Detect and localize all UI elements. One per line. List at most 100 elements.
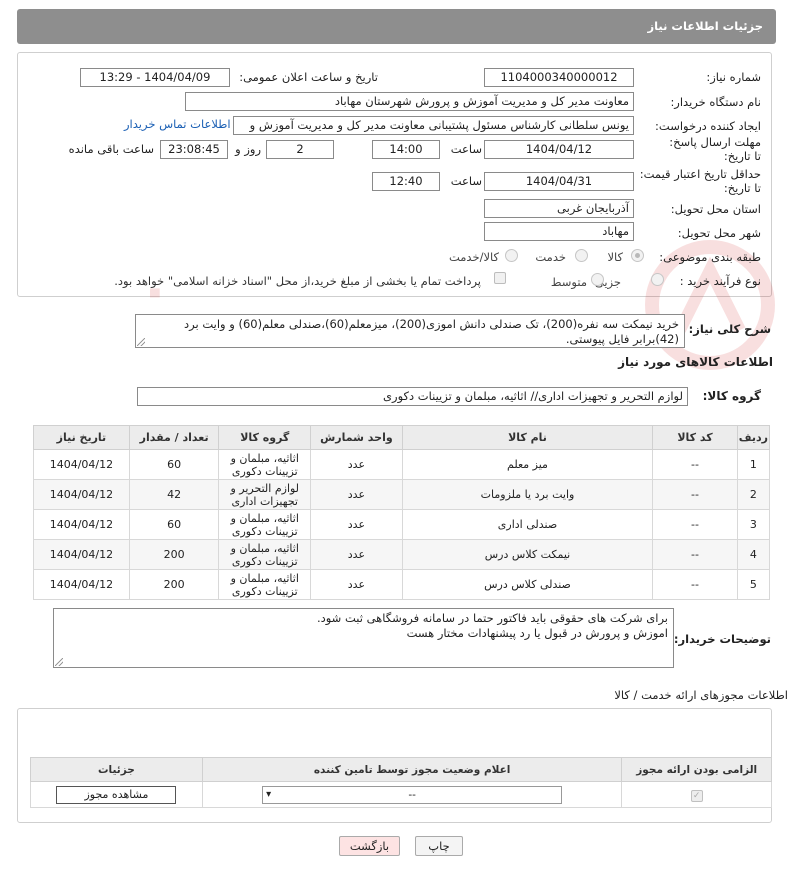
- cell-name: نیمکت کلاس درس: [401, 539, 654, 570]
- need-number-field: 1104000340000012: [484, 68, 634, 87]
- process-radio-minor[interactable]: [651, 273, 664, 286]
- cell-date: 1404/04/12: [33, 449, 130, 480]
- cell-group: لوازم التحریر و تجهیزات اداری: [218, 479, 312, 510]
- description-field: خرید نیمکت سه نفره(200)، تک صندلی دانش ا…: [135, 314, 685, 348]
- buyer-notes-line-1: برای شرکت های حقوقی باید فاکتور حتما در …: [316, 611, 668, 625]
- cell-unit: عدد: [310, 449, 403, 480]
- cell-row: 5: [736, 569, 771, 600]
- page-title: جزئیات اطلاعات نیاز: [647, 19, 763, 33]
- col-date: تاریخ نیاز: [33, 425, 130, 450]
- cell-code: --: [652, 539, 738, 570]
- creator-field: یونس سلطانی کارشناس مسئول پشتیبانی معاون…: [233, 116, 634, 135]
- table-row: 4 -- نیمکت کلاس درس عدد اثاثیه، مبلمان و…: [33, 539, 771, 570]
- price-validity-label: حداقل تاریخ اعتبار قیمت: تا تاریخ:: [639, 167, 761, 195]
- cell-qty: 200: [128, 539, 220, 570]
- goods-group-label: گروه کالا:: [702, 389, 761, 403]
- cell-unit: عدد: [310, 569, 403, 600]
- view-license-button[interactable]: مشاهده مجوز: [56, 785, 177, 804]
- announce-label: تاریخ و ساعت اعلان عمومی:: [239, 70, 378, 84]
- days-field: 2: [266, 140, 334, 159]
- cell-date: 1404/04/12: [33, 539, 130, 570]
- chevron-down-icon: ▾: [266, 788, 272, 800]
- province-label: استان محل تحویل:: [670, 202, 761, 216]
- cell-qty: 200: [128, 569, 220, 600]
- col-qty: تعداد / مقدار: [128, 425, 220, 450]
- col-name: نام کالا: [401, 425, 654, 450]
- deadline-time-label: ساعت: [450, 142, 482, 156]
- cell-date: 1404/04/12: [33, 509, 130, 540]
- cell-name: صندلی اداری: [401, 509, 654, 540]
- cell-code: --: [652, 449, 738, 480]
- cell-unit: عدد: [310, 479, 403, 510]
- cell-group: اثاثیه، مبلمان و تزیینات دکوری: [218, 569, 312, 600]
- table-row: 1 -- میز معلم عدد اثاثیه، مبلمان و تزیین…: [33, 449, 771, 480]
- print-button[interactable]: چاپ: [415, 836, 463, 856]
- license-status-select[interactable]: -- ▾: [262, 785, 563, 804]
- buyer-notes-field: برای شرکت های حقوقی باید فاکتور حتما در …: [53, 608, 674, 668]
- cell-row: 3: [736, 509, 771, 540]
- price-validity-date-field: 1404/04/31: [484, 172, 634, 191]
- cell-group: اثاثیه، مبلمان و تزیینات دکوری: [218, 509, 312, 540]
- cell-qty: 60: [128, 449, 220, 480]
- cell-row: 4: [736, 539, 771, 570]
- goods-section-title: اطلاعات کالاهای مورد نیاز: [618, 355, 773, 369]
- buyer-notes-line-2: اموزش و پرورش در قبول یا رد پیشنهادات مخ…: [406, 626, 668, 640]
- table-row: 3 -- صندلی اداری عدد اثاثیه، مبلمان و تز…: [33, 509, 771, 540]
- treasury-payment-checkbox[interactable]: [494, 272, 506, 284]
- items-table-header: ردیف کد کالا نام کالا واحد شمارش گروه کا…: [33, 425, 771, 450]
- cell-name: میز معلم: [401, 449, 654, 480]
- deadline-time-field: 14:00: [372, 140, 440, 159]
- buyer-org-field: معاونت مدیر کل و مدیریت آموزش و پرورش شه…: [185, 92, 634, 111]
- category-option-goods: کالا: [607, 250, 623, 264]
- announce-field: 1404/04/09 - 13:29: [80, 68, 230, 87]
- table-row: 5 -- صندلی کلاس درس عدد اثاثیه، مبلمان و…: [33, 569, 771, 600]
- days-label: روز و: [235, 142, 261, 156]
- back-button[interactable]: بازگشت: [339, 836, 400, 856]
- cell-date: 1404/04/12: [33, 569, 130, 600]
- buyer-contact-link[interactable]: اطلاعات تماس خریدار: [124, 117, 231, 131]
- license-required-checkbox[interactable]: ✓: [690, 789, 703, 802]
- cell-row: 1: [736, 449, 771, 480]
- goods-group-field: لوازم التحریر و تجهیزات اداری// اثاثیه، …: [137, 387, 688, 406]
- col-license-details: جزئیات: [30, 757, 203, 782]
- cell-group: اثاثیه، مبلمان و تزیینات دکوری: [218, 539, 312, 570]
- city-field: مهاباد: [484, 222, 634, 241]
- items-table: ردیف کد کالا نام کالا واحد شمارش گروه کا…: [33, 425, 771, 600]
- cell-group: اثاثیه، مبلمان و تزیینات دکوری: [218, 449, 312, 480]
- price-validity-time-field: 12:40: [372, 172, 440, 191]
- col-unit: واحد شمارش: [310, 425, 403, 450]
- category-radio-goods[interactable]: [631, 249, 644, 262]
- category-radio-goods-service[interactable]: [505, 249, 518, 262]
- resize-handle[interactable]: [137, 338, 145, 346]
- cell-code: --: [652, 569, 738, 600]
- cell-unit: عدد: [310, 509, 403, 540]
- deadline-date-field: 1404/04/12: [484, 140, 634, 159]
- process-radio-medium[interactable]: [591, 273, 604, 286]
- resize-handle[interactable]: [55, 658, 63, 666]
- cell-name: صندلی کلاس درس: [401, 569, 654, 600]
- category-option-service: خدمت: [535, 250, 566, 264]
- col-group: گروه کالا: [218, 425, 312, 450]
- remaining-time-label: ساعت باقی مانده: [68, 142, 154, 156]
- cell-date: 1404/04/12: [33, 479, 130, 510]
- deadline-label: مهلت ارسال پاسخ: تا تاریخ:: [669, 135, 761, 163]
- cell-code: --: [652, 509, 738, 540]
- creator-label: ایجاد کننده درخواست:: [655, 119, 761, 133]
- licenses-table-header: الزامی بودن ارائه مجوز اعلام وضعیت مجوز …: [30, 757, 772, 782]
- col-license-status: اعلام وضعیت مجوز توسط تامین کننده: [201, 757, 623, 782]
- need-number-label: شماره نیاز:: [706, 70, 761, 84]
- remaining-time-field: 23:08:45: [160, 140, 228, 159]
- category-radio-service[interactable]: [575, 249, 588, 262]
- col-code: کد کالا: [652, 425, 738, 450]
- process-option-medium: متوسط: [550, 275, 587, 289]
- category-option-goods-service: کالا/خدمت: [448, 250, 499, 264]
- cell-name: وایت برد یا ملزومات: [401, 479, 654, 510]
- table-row: ✓ -- ▾ مشاهده مجوز: [30, 781, 772, 808]
- description-text: خرید نیمکت سه نفره(200)، تک صندلی دانش ا…: [184, 317, 679, 346]
- col-row: ردیف: [736, 425, 771, 450]
- license-details-cell: مشاهده مجوز: [30, 781, 203, 808]
- description-label: شرح کلی نیاز:: [688, 322, 771, 336]
- city-label: شهر محل تحویل:: [677, 226, 761, 240]
- category-label: طبقه بندی موضوعی:: [659, 250, 761, 264]
- licenses-title: اطلاعات مجوزهای ارائه خدمت / کالا: [614, 688, 788, 702]
